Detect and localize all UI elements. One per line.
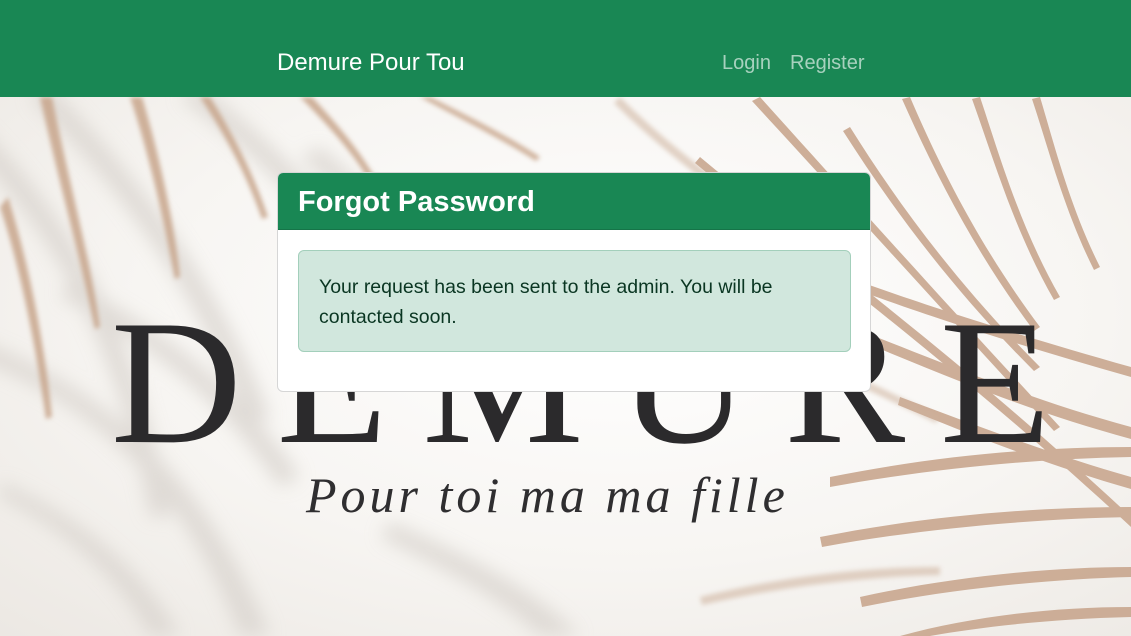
success-alert: Your request has been sent to the admin.… [298,250,851,352]
brand-link[interactable]: Demure Pour Tou [277,47,465,79]
hero-tagline: Pour toi ma ma fille [306,467,789,523]
card-title: Forgot Password [298,186,535,218]
forgot-password-card: Forgot Password Your request has been se… [277,172,871,392]
card-header: Forgot Password [278,173,870,230]
nav-login-link[interactable]: Login [722,49,771,77]
top-navbar: Demure Pour Tou Login Register [0,0,1131,97]
nav-register-link[interactable]: Register [790,49,864,77]
